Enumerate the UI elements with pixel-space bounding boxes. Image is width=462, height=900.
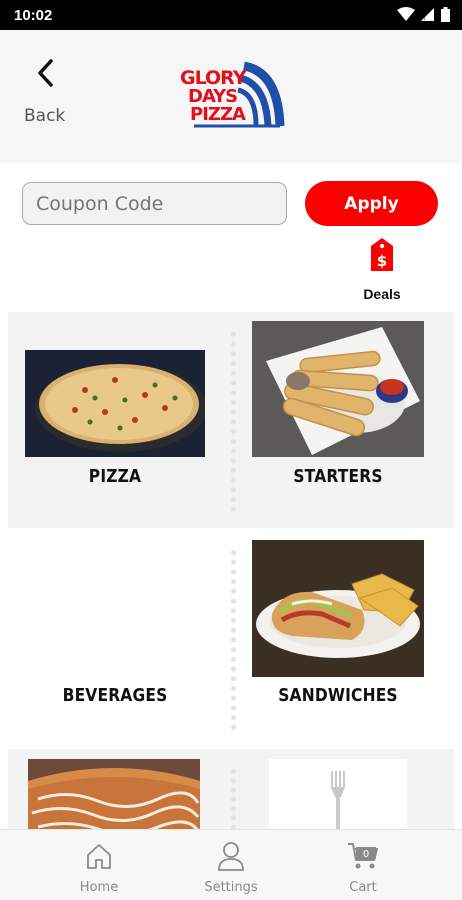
home-icon — [87, 844, 111, 869]
battery-icon — [441, 7, 450, 22]
nav-label: Settings — [204, 880, 258, 895]
dessert-pizza-image — [28, 759, 200, 829]
brand-logo: GLORY DAYS PIZZA — [176, 58, 286, 134]
sandwich-image — [252, 540, 424, 677]
category-pizza[interactable]: PIZZA — [8, 312, 231, 528]
category-label: PIZZA — [88, 466, 142, 487]
deals-label: Deals — [363, 286, 401, 302]
category-dessert[interactable] — [8, 749, 231, 829]
logo-text-3: PIZZA — [190, 104, 246, 125]
back-label: Back — [24, 106, 66, 126]
svg-text:$: $ — [377, 252, 387, 270]
category-starters[interactable]: STARTERS — [236, 312, 454, 528]
wifi-icon — [397, 7, 415, 21]
category-placeholder-image — [269, 759, 407, 829]
pizza-image — [25, 350, 205, 457]
breadsticks-image — [252, 321, 424, 457]
status-time: 10:02 — [14, 7, 53, 24]
chevron-left-icon — [38, 59, 53, 87]
category-label: STARTERS — [293, 466, 383, 487]
cart-badge: 0 — [363, 849, 369, 860]
price-tag-icon: $ — [371, 238, 393, 271]
bottom-navigation: Home Settings 0 Cart — [0, 829, 462, 900]
category-row: PIZZA STARTERS — [8, 312, 454, 528]
category-sandwiches[interactable]: SANDWICHES — [236, 530, 454, 745]
fork-icon — [331, 771, 345, 829]
category-more[interactable] — [236, 749, 454, 829]
deals-button[interactable]: $ Deals — [356, 238, 408, 304]
status-icons: ! — [397, 7, 450, 22]
nav-cart[interactable]: 0 Cart — [303, 830, 423, 900]
category-label: BEVERAGES — [62, 685, 168, 706]
nav-settings[interactable]: Settings — [171, 830, 291, 900]
user-icon — [218, 842, 244, 871]
category-label: SANDWICHES — [278, 685, 398, 706]
category-row — [8, 749, 454, 829]
coupon-code-input[interactable] — [22, 182, 287, 225]
category-row: BEVERAGES SANDWICHES — [8, 530, 454, 745]
category-beverages[interactable]: BEVERAGES — [8, 530, 231, 745]
back-button[interactable] — [20, 42, 70, 98]
apply-button[interactable]: Apply — [305, 181, 438, 226]
nav-label: Home — [79, 880, 119, 895]
svg-text:!: ! — [423, 14, 426, 22]
cart-icon: 0 — [348, 843, 378, 869]
nav-label: Cart — [349, 880, 377, 895]
nav-home[interactable]: Home — [39, 830, 159, 900]
signal-icon: ! — [421, 8, 434, 22]
status-bar: 10:02 ! — [0, 0, 462, 30]
